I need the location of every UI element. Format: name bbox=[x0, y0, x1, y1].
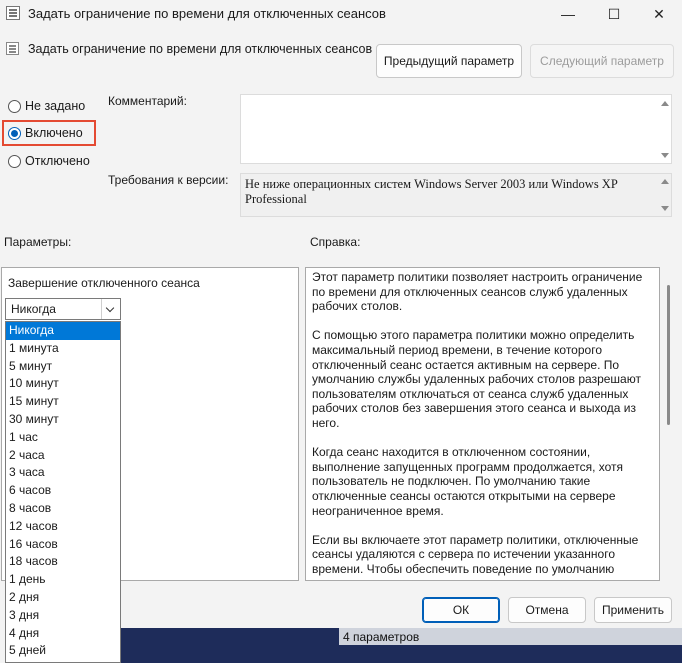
comment-scrollbar[interactable] bbox=[659, 95, 671, 163]
scroll-up-icon[interactable] bbox=[661, 179, 669, 184]
timeout-dropdown-list[interactable]: Никогда 1 минута 5 минут 10 минут 15 мин… bbox=[5, 321, 121, 663]
comment-label: Комментарий: bbox=[108, 94, 187, 108]
dropdown-option[interactable]: 6 часов bbox=[6, 482, 120, 500]
dropdown-option[interactable]: 15 минут bbox=[6, 393, 120, 411]
dropdown-option[interactable]: 5 дней bbox=[6, 642, 120, 660]
dropdown-option[interactable]: 2 часа bbox=[6, 447, 120, 465]
help-paragraph: Если вы включаете этот параметр политики… bbox=[312, 532, 639, 576]
requirements-value: Не ниже операционных систем Windows Serv… bbox=[245, 177, 618, 206]
requirements-label: Требования к версии: bbox=[108, 173, 229, 187]
title-bar: Задать ограничение по времени для отключ… bbox=[0, 0, 682, 30]
dropdown-option[interactable]: 18 часов bbox=[6, 553, 120, 571]
ok-button[interactable]: ОК bbox=[422, 597, 500, 623]
dropdown-option[interactable]: 4 дня bbox=[6, 625, 120, 643]
setting-icon bbox=[6, 42, 19, 55]
radio-label: Отключено bbox=[25, 154, 90, 168]
status-text: 4 параметров bbox=[343, 630, 420, 644]
dropdown-option[interactable]: 3 часа bbox=[6, 464, 120, 482]
radio-circle[interactable] bbox=[8, 154, 21, 168]
chevron-down-icon[interactable] bbox=[101, 299, 120, 319]
help-text: Этот параметр политики позволяет настрои… bbox=[312, 270, 652, 578]
policy-icon bbox=[6, 6, 20, 20]
radio-label: Не задано bbox=[25, 99, 86, 113]
scroll-down-icon[interactable] bbox=[661, 153, 669, 158]
dropdown-option[interactable]: 2 дня bbox=[6, 589, 120, 607]
radio-label: Включено bbox=[25, 126, 83, 140]
radio-circle-checked[interactable] bbox=[8, 126, 21, 140]
param-field-label: Завершение отключенного сеанса bbox=[8, 276, 200, 290]
requirements-scrollbar[interactable] bbox=[659, 174, 671, 216]
dropdown-option[interactable]: 30 минут bbox=[6, 411, 120, 429]
window-title: Задать ограничение по времени для отключ… bbox=[28, 6, 386, 21]
dropdown-option[interactable]: 3 дня bbox=[6, 607, 120, 625]
next-setting-button[interactable]: Следующий параметр bbox=[530, 44, 674, 78]
radio-circle[interactable] bbox=[8, 99, 21, 113]
apply-button[interactable]: Применить bbox=[594, 597, 672, 623]
radio-not-configured[interactable]: Не задано bbox=[8, 97, 85, 115]
radio-enabled[interactable]: Включено bbox=[8, 124, 83, 142]
dropdown-option[interactable]: 16 часов bbox=[6, 536, 120, 554]
help-scrollbar[interactable] bbox=[667, 285, 670, 425]
help-paragraph: Этот параметр политики позволяет настрои… bbox=[312, 270, 643, 314]
comment-textarea[interactable] bbox=[240, 94, 672, 164]
scroll-up-icon[interactable] bbox=[661, 101, 669, 106]
dropdown-option[interactable]: 10 минут bbox=[6, 375, 120, 393]
cancel-button[interactable]: Отмена bbox=[508, 597, 586, 623]
dropdown-option[interactable]: 1 минута bbox=[6, 340, 120, 358]
help-paragraph: Когда сеанс находится в отключенном сост… bbox=[312, 445, 624, 518]
dropdown-option[interactable]: 8 часов bbox=[6, 500, 120, 518]
setting-title: Задать ограничение по времени для отключ… bbox=[28, 42, 373, 56]
minimize-button[interactable]: — bbox=[545, 0, 591, 30]
dropdown-option[interactable]: 12 часов bbox=[6, 518, 120, 536]
dropdown-option[interactable]: 5 минут bbox=[6, 358, 120, 376]
close-button[interactable]: ✕ bbox=[636, 0, 682, 30]
parameters-label: Параметры: bbox=[4, 235, 72, 249]
radio-disabled[interactable]: Отключено bbox=[8, 152, 90, 170]
requirements-box: Не ниже операционных систем Windows Serv… bbox=[240, 173, 672, 217]
maximize-button[interactable]: ☐ bbox=[591, 0, 637, 30]
session-timeout-combobox[interactable]: Никогда bbox=[5, 298, 121, 320]
dropdown-option[interactable]: 1 час bbox=[6, 429, 120, 447]
dropdown-option-selected[interactable]: Никогда bbox=[6, 322, 120, 340]
help-label: Справка: bbox=[310, 235, 361, 249]
help-paragraph: С помощью этого параметра политики можно… bbox=[312, 328, 641, 430]
previous-setting-button[interactable]: Предыдущий параметр bbox=[376, 44, 522, 78]
dropdown-option[interactable]: 1 день bbox=[6, 571, 120, 589]
scroll-down-icon[interactable] bbox=[661, 206, 669, 211]
combobox-value: Никогда bbox=[11, 302, 56, 316]
